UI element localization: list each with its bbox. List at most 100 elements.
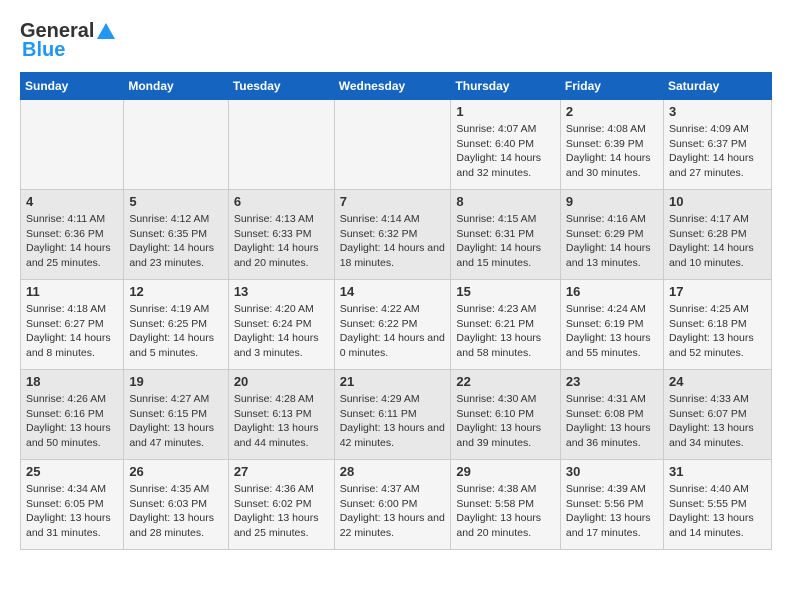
calendar-header-row: SundayMondayTuesdayWednesdayThursdayFrid…: [21, 73, 772, 100]
day-number: 14: [340, 284, 446, 299]
week-row-4: 18 Sunrise: 4:26 AM Sunset: 6:16 PM Dayli…: [21, 370, 772, 460]
day-info: Sunrise: 4:18 AM Sunset: 6:27 PM Dayligh…: [26, 302, 118, 361]
day-number: 25: [26, 464, 118, 479]
calendar-cell: 7 Sunrise: 4:14 AM Sunset: 6:32 PM Daylig…: [334, 190, 451, 280]
day-info: Sunrise: 4:25 AM Sunset: 6:18 PM Dayligh…: [669, 302, 766, 361]
calendar-cell: 31 Sunrise: 4:40 AM Sunset: 5:55 PM Dayli…: [663, 460, 771, 550]
day-number: 7: [340, 194, 446, 209]
calendar-cell: 14 Sunrise: 4:22 AM Sunset: 6:22 PM Dayli…: [334, 280, 451, 370]
day-info: Sunrise: 4:08 AM Sunset: 6:39 PM Dayligh…: [566, 122, 658, 181]
day-info: Sunrise: 4:07 AM Sunset: 6:40 PM Dayligh…: [456, 122, 555, 181]
calendar-cell: [334, 100, 451, 190]
day-info: Sunrise: 4:27 AM Sunset: 6:15 PM Dayligh…: [129, 392, 222, 451]
day-number: 21: [340, 374, 446, 389]
calendar-cell: 24 Sunrise: 4:33 AM Sunset: 6:07 PM Dayli…: [663, 370, 771, 460]
day-info: Sunrise: 4:33 AM Sunset: 6:07 PM Dayligh…: [669, 392, 766, 451]
day-number: 18: [26, 374, 118, 389]
day-number: 10: [669, 194, 766, 209]
day-info: Sunrise: 4:14 AM Sunset: 6:32 PM Dayligh…: [340, 212, 446, 271]
header-monday: Monday: [124, 73, 228, 100]
calendar-cell: 4 Sunrise: 4:11 AM Sunset: 6:36 PM Daylig…: [21, 190, 124, 280]
day-number: 4: [26, 194, 118, 209]
day-info: Sunrise: 4:22 AM Sunset: 6:22 PM Dayligh…: [340, 302, 446, 361]
header-tuesday: Tuesday: [228, 73, 334, 100]
calendar-cell: 15 Sunrise: 4:23 AM Sunset: 6:21 PM Dayli…: [451, 280, 561, 370]
day-info: Sunrise: 4:24 AM Sunset: 6:19 PM Dayligh…: [566, 302, 658, 361]
day-number: 17: [669, 284, 766, 299]
logo-icon: [95, 21, 117, 43]
day-info: Sunrise: 4:16 AM Sunset: 6:29 PM Dayligh…: [566, 212, 658, 271]
header-sunday: Sunday: [21, 73, 124, 100]
day-info: Sunrise: 4:26 AM Sunset: 6:16 PM Dayligh…: [26, 392, 118, 451]
day-number: 26: [129, 464, 222, 479]
week-row-1: 1 Sunrise: 4:07 AM Sunset: 6:40 PM Daylig…: [21, 100, 772, 190]
day-info: Sunrise: 4:20 AM Sunset: 6:24 PM Dayligh…: [234, 302, 329, 361]
week-row-2: 4 Sunrise: 4:11 AM Sunset: 6:36 PM Daylig…: [21, 190, 772, 280]
day-number: 20: [234, 374, 329, 389]
calendar-cell: 19 Sunrise: 4:27 AM Sunset: 6:15 PM Dayli…: [124, 370, 228, 460]
day-info: Sunrise: 4:34 AM Sunset: 6:05 PM Dayligh…: [26, 482, 118, 541]
day-info: Sunrise: 4:39 AM Sunset: 5:56 PM Dayligh…: [566, 482, 658, 541]
day-info: Sunrise: 4:35 AM Sunset: 6:03 PM Dayligh…: [129, 482, 222, 541]
calendar-cell: 2 Sunrise: 4:08 AM Sunset: 6:39 PM Daylig…: [560, 100, 663, 190]
day-number: 1: [456, 104, 555, 119]
calendar-cell: 26 Sunrise: 4:35 AM Sunset: 6:03 PM Dayli…: [124, 460, 228, 550]
calendar-cell: 27Sunrise: 4:36 AM Sunset: 6:02 PM Dayli…: [228, 460, 334, 550]
calendar-cell: [124, 100, 228, 190]
calendar-cell: 25 Sunrise: 4:34 AM Sunset: 6:05 PM Dayli…: [21, 460, 124, 550]
day-number: 6: [234, 194, 329, 209]
day-number: 2: [566, 104, 658, 119]
calendar-cell: 9 Sunrise: 4:16 AM Sunset: 6:29 PM Daylig…: [560, 190, 663, 280]
day-number: 29: [456, 464, 555, 479]
day-number: 28: [340, 464, 446, 479]
calendar-cell: 22Sunrise: 4:30 AM Sunset: 6:10 PM Dayli…: [451, 370, 561, 460]
week-row-5: 25 Sunrise: 4:34 AM Sunset: 6:05 PM Dayli…: [21, 460, 772, 550]
calendar-cell: 6 Sunrise: 4:13 AM Sunset: 6:33 PM Daylig…: [228, 190, 334, 280]
calendar-table: SundayMondayTuesdayWednesdayThursdayFrid…: [20, 72, 772, 550]
day-number: 16: [566, 284, 658, 299]
header-saturday: Saturday: [663, 73, 771, 100]
day-number: 23: [566, 374, 658, 389]
day-info: Sunrise: 4:38 AM Sunset: 5:58 PM Dayligh…: [456, 482, 555, 541]
day-info: Sunrise: 4:12 AM Sunset: 6:35 PM Dayligh…: [129, 212, 222, 271]
page-header: General Blue: [20, 20, 772, 62]
header-friday: Friday: [560, 73, 663, 100]
calendar-cell: 30 Sunrise: 4:39 AM Sunset: 5:56 PM Dayli…: [560, 460, 663, 550]
calendar-cell: 21 Sunrise: 4:29 AM Sunset: 6:11 PM Dayli…: [334, 370, 451, 460]
header-thursday: Thursday: [451, 73, 561, 100]
calendar-cell: 10Sunrise: 4:17 AM Sunset: 6:28 PM Dayli…: [663, 190, 771, 280]
day-number: 24: [669, 374, 766, 389]
calendar-cell: [228, 100, 334, 190]
calendar-cell: 20 Sunrise: 4:28 AM Sunset: 6:13 PM Dayli…: [228, 370, 334, 460]
calendar-cell: 16 Sunrise: 4:24 AM Sunset: 6:19 PM Dayli…: [560, 280, 663, 370]
calendar-cell: 29 Sunrise: 4:38 AM Sunset: 5:58 PM Dayli…: [451, 460, 561, 550]
day-number: 11: [26, 284, 118, 299]
day-number: 15: [456, 284, 555, 299]
day-number: 30: [566, 464, 658, 479]
day-info: Sunrise: 4:23 AM Sunset: 6:21 PM Dayligh…: [456, 302, 555, 361]
calendar-cell: 3Sunrise: 4:09 AM Sunset: 6:37 PM Daylig…: [663, 100, 771, 190]
day-number: 19: [129, 374, 222, 389]
day-number: 31: [669, 464, 766, 479]
day-number: 9: [566, 194, 658, 209]
day-info: Sunrise: 4:31 AM Sunset: 6:08 PM Dayligh…: [566, 392, 658, 451]
logo-blue: Blue: [22, 39, 65, 62]
day-info: Sunrise: 4:11 AM Sunset: 6:36 PM Dayligh…: [26, 212, 118, 271]
day-info: Sunrise: 4:13 AM Sunset: 6:33 PM Dayligh…: [234, 212, 329, 271]
day-info: Sunrise: 4:09 AM Sunset: 6:37 PM Dayligh…: [669, 122, 766, 181]
day-info: Sunrise: 4:29 AM Sunset: 6:11 PM Dayligh…: [340, 392, 446, 451]
logo: General Blue: [20, 20, 118, 62]
day-info: Sunrise: 4:19 AM Sunset: 6:25 PM Dayligh…: [129, 302, 222, 361]
day-number: 22: [456, 374, 555, 389]
calendar-cell: 5Sunrise: 4:12 AM Sunset: 6:35 PM Daylig…: [124, 190, 228, 280]
calendar-cell: 13Sunrise: 4:20 AM Sunset: 6:24 PM Dayli…: [228, 280, 334, 370]
calendar-cell: 28 Sunrise: 4:37 AM Sunset: 6:00 PM Dayli…: [334, 460, 451, 550]
day-number: 12: [129, 284, 222, 299]
day-info: Sunrise: 4:37 AM Sunset: 6:00 PM Dayligh…: [340, 482, 446, 541]
day-info: Sunrise: 4:40 AM Sunset: 5:55 PM Dayligh…: [669, 482, 766, 541]
week-row-3: 11 Sunrise: 4:18 AM Sunset: 6:27 PM Dayli…: [21, 280, 772, 370]
calendar-cell: 1 Sunrise: 4:07 AM Sunset: 6:40 PM Daylig…: [451, 100, 561, 190]
calendar-cell: 18 Sunrise: 4:26 AM Sunset: 6:16 PM Dayli…: [21, 370, 124, 460]
day-info: Sunrise: 4:28 AM Sunset: 6:13 PM Dayligh…: [234, 392, 329, 451]
day-number: 8: [456, 194, 555, 209]
